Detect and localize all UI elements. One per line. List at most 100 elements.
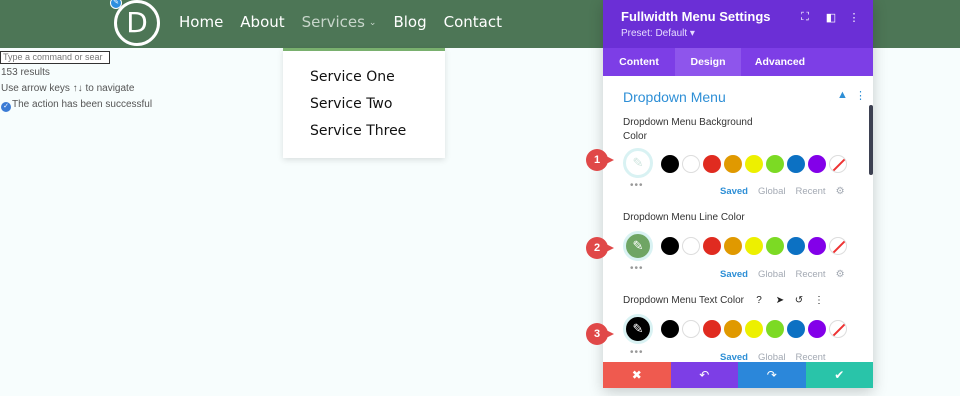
subtab-global[interactable]: Global bbox=[758, 269, 785, 280]
no-color-swatch[interactable] bbox=[829, 155, 847, 173]
preset-selector[interactable]: Preset: Default ▾ bbox=[621, 28, 695, 39]
chevron-up-icon[interactable]: ▲ bbox=[837, 89, 848, 101]
panel-footer: ✖ ↶ ↷ ✔ bbox=[603, 362, 873, 388]
color-swatch[interactable] bbox=[661, 155, 679, 173]
split-view-icon[interactable]: ◧ bbox=[824, 11, 838, 24]
tab-advanced[interactable]: Advanced bbox=[741, 48, 819, 76]
nav-services[interactable]: Services ⌄ bbox=[302, 13, 377, 31]
eyedropper-icon: ✎ bbox=[632, 238, 644, 253]
panel-scrollbar[interactable] bbox=[869, 105, 873, 175]
command-input[interactable]: Type a command or sear bbox=[0, 51, 110, 64]
color-swatch[interactable] bbox=[703, 320, 721, 338]
subtab-global[interactable]: Global bbox=[758, 186, 785, 197]
help-icon[interactable]: ? bbox=[753, 295, 765, 306]
reset-icon[interactable]: ↺ bbox=[793, 295, 805, 306]
undo-icon: ↶ bbox=[699, 368, 710, 382]
section-more-icon[interactable]: ⋮ bbox=[855, 89, 866, 102]
status-text: The action has been successful bbox=[12, 99, 153, 110]
redo-icon: ↷ bbox=[766, 368, 777, 382]
tab-content[interactable]: Content bbox=[603, 48, 675, 76]
panel-header: Fullwidth Menu Settings Preset: Default … bbox=[603, 0, 873, 48]
field-label-background: Dropdown Menu Background Color bbox=[623, 117, 753, 142]
color-picker-text[interactable]: ✎ bbox=[623, 314, 653, 344]
expand-icon[interactable]: ⛶ bbox=[798, 11, 812, 24]
color-swatch[interactable] bbox=[787, 320, 805, 338]
nav-home[interactable]: Home bbox=[179, 13, 223, 31]
eyedropper-icon: ✎ bbox=[632, 155, 644, 170]
panel-tabs: Content Design Advanced bbox=[603, 48, 873, 76]
nav-services-label: Services bbox=[301, 13, 365, 31]
dropdown-item-service-two[interactable]: Service Two bbox=[310, 96, 392, 112]
swatch-row-text bbox=[661, 320, 847, 338]
swatch-row-line bbox=[661, 237, 847, 255]
field-label-line: Dropdown Menu Line Color bbox=[623, 212, 745, 223]
services-dropdown: Service One Service Two Service Three bbox=[283, 48, 445, 158]
color-swatch[interactable] bbox=[703, 237, 721, 255]
callout-badge-2: 2 bbox=[586, 237, 614, 259]
subtab-recent[interactable]: Recent bbox=[795, 186, 825, 197]
no-color-swatch[interactable] bbox=[829, 237, 847, 255]
save-button[interactable]: ✔ bbox=[805, 362, 873, 388]
undo-button[interactable]: ↶ bbox=[670, 362, 738, 388]
cursor-icon[interactable]: ➤ bbox=[774, 295, 786, 306]
field-more-icon[interactable]: ⋮ bbox=[813, 295, 825, 306]
results-count: 153 results bbox=[1, 67, 50, 78]
dropdown-item-service-three[interactable]: Service Three bbox=[310, 123, 406, 139]
chevron-down-icon: ⌄ bbox=[368, 18, 377, 28]
gear-icon[interactable]: ⚙ bbox=[836, 269, 845, 280]
swatch-row-background bbox=[661, 155, 847, 173]
checkmark-icon: ✔ bbox=[834, 368, 845, 382]
color-swatch[interactable] bbox=[787, 237, 805, 255]
color-swatch[interactable] bbox=[682, 237, 700, 255]
close-icon: ✖ bbox=[631, 368, 642, 382]
no-color-swatch[interactable] bbox=[829, 320, 847, 338]
color-swatch[interactable] bbox=[661, 237, 679, 255]
redo-button[interactable]: ↷ bbox=[738, 362, 806, 388]
color-picker-background[interactable]: ✎ bbox=[623, 148, 653, 178]
color-swatch[interactable] bbox=[808, 155, 826, 173]
nav-about[interactable]: About bbox=[240, 13, 284, 31]
subtab-saved[interactable]: Saved bbox=[720, 269, 748, 280]
palette-tabs-line: Saved Global Recent ⚙ bbox=[720, 269, 845, 280]
color-swatch[interactable] bbox=[724, 320, 742, 338]
color-swatch[interactable] bbox=[745, 320, 763, 338]
dropdown-item-service-one[interactable]: Service One bbox=[310, 69, 395, 85]
more-options-icon[interactable]: ⋮ bbox=[847, 11, 861, 24]
callout-badge-1: 1 bbox=[586, 149, 614, 171]
navigation-hint: Use arrow keys ↑↓ to navigate bbox=[1, 83, 135, 94]
color-swatch[interactable] bbox=[724, 155, 742, 173]
color-swatch[interactable] bbox=[766, 237, 784, 255]
color-swatch[interactable] bbox=[766, 320, 784, 338]
nav-contact[interactable]: Contact bbox=[444, 13, 502, 31]
palette-tabs-background: Saved Global Recent ⚙ bbox=[720, 186, 845, 197]
panel-title: Fullwidth Menu Settings bbox=[621, 9, 771, 24]
color-swatch[interactable] bbox=[808, 237, 826, 255]
color-swatch[interactable] bbox=[766, 155, 784, 173]
gear-icon[interactable]: ⚙ bbox=[836, 186, 845, 197]
section-title[interactable]: Dropdown Menu bbox=[623, 89, 726, 105]
color-swatch[interactable] bbox=[703, 155, 721, 173]
subtab-recent[interactable]: Recent bbox=[795, 269, 825, 280]
color-swatch[interactable] bbox=[787, 155, 805, 173]
tab-design[interactable]: Design bbox=[675, 48, 741, 76]
color-swatch[interactable] bbox=[745, 237, 763, 255]
status-message: ✓ The action has been successful bbox=[1, 99, 152, 112]
color-swatch[interactable] bbox=[745, 155, 763, 173]
callout-badge-3: 3 bbox=[586, 323, 614, 345]
nav-blog[interactable]: Blog bbox=[393, 13, 426, 31]
color-swatch[interactable] bbox=[682, 320, 700, 338]
field-label-text: Dropdown Menu Text Color bbox=[623, 295, 744, 306]
subtab-saved[interactable]: Saved bbox=[720, 186, 748, 197]
site-logo[interactable]: D bbox=[114, 0, 160, 46]
color-swatch[interactable] bbox=[724, 237, 742, 255]
color-swatch[interactable] bbox=[808, 320, 826, 338]
settings-panel: Fullwidth Menu Settings Preset: Default … bbox=[603, 0, 873, 388]
color-swatch[interactable] bbox=[661, 320, 679, 338]
more-swatches-icon[interactable]: ••• bbox=[630, 180, 644, 191]
more-swatches-icon[interactable]: ••• bbox=[630, 263, 644, 274]
color-swatch[interactable] bbox=[682, 155, 700, 173]
eyedropper-icon: ✎ bbox=[632, 321, 644, 336]
color-picker-line[interactable]: ✎ bbox=[623, 231, 653, 261]
cancel-button[interactable]: ✖ bbox=[603, 362, 671, 388]
more-swatches-icon[interactable]: ••• bbox=[630, 347, 644, 358]
